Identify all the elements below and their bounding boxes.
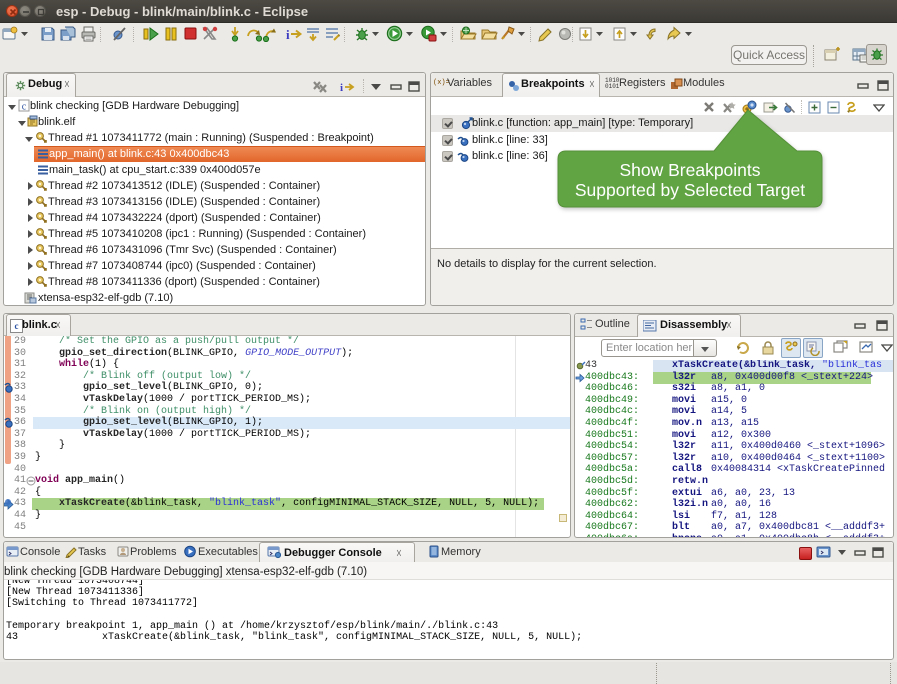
svg-text:c: c xyxy=(15,321,19,331)
svg-text:i: i xyxy=(340,82,343,93)
svg-text:c: c xyxy=(22,102,27,113)
svg-text:i: i xyxy=(286,27,290,42)
